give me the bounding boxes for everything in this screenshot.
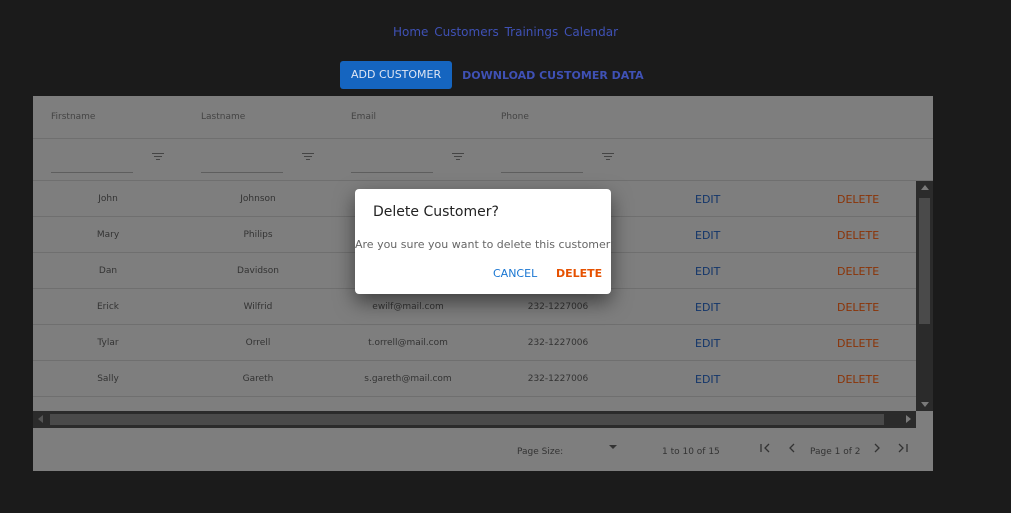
confirm-delete-button[interactable]: DELETE xyxy=(556,267,602,280)
cancel-button[interactable]: CANCEL xyxy=(493,267,537,280)
delete-customer-dialog: Delete Customer? Are you sure you want t… xyxy=(355,189,617,294)
dialog-title: Delete Customer? xyxy=(373,204,499,220)
dialog-message: Are you sure you want to delete this cus… xyxy=(355,238,617,251)
